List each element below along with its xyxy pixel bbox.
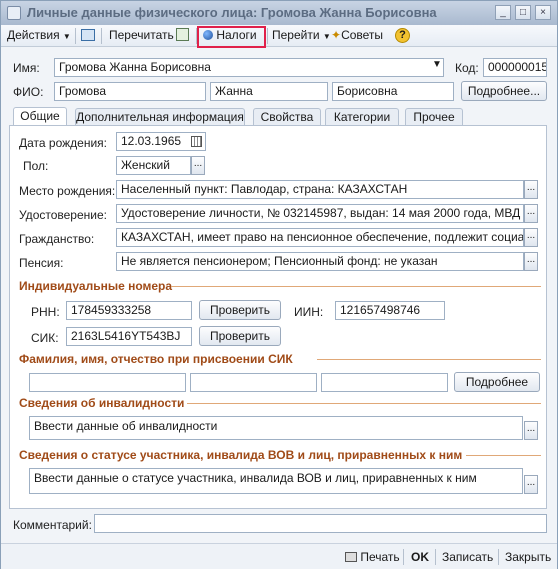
actions-label: Действия xyxy=(7,28,60,42)
copy-icon[interactable] xyxy=(176,25,189,46)
citizenship-field[interactable]: КАЗАХСТАН, имеет право на пенсионное обе… xyxy=(116,228,524,247)
pension-select-button[interactable]: ... xyxy=(524,252,538,271)
id-doc-label: Удостоверение: xyxy=(19,208,107,222)
save-button[interactable]: Записать xyxy=(442,548,493,566)
veteran-field[interactable]: Ввести данные о статусе участника, инвал… xyxy=(29,468,523,494)
sex-label: Пол: xyxy=(23,159,49,173)
maximize-button[interactable]: □ xyxy=(515,5,531,20)
comment-field[interactable] xyxy=(94,514,547,533)
citizenship-label: Гражданство: xyxy=(19,232,95,246)
fio-label: ФИО: xyxy=(13,85,44,99)
id-doc-field[interactable]: Удостоверение личности, № 032145987, выд… xyxy=(116,204,524,223)
pension-label: Пенсия: xyxy=(19,256,64,270)
section-divider xyxy=(187,403,541,404)
individual-numbers-heading: Индивидуальные номера xyxy=(19,279,173,293)
rnn-check-button[interactable]: Проверить xyxy=(199,300,281,320)
footer-divider xyxy=(498,549,499,565)
disability-select-button[interactable]: ... xyxy=(524,421,538,440)
tab-general[interactable]: Общие xyxy=(13,107,67,127)
close-window-button[interactable]: × xyxy=(535,5,551,20)
toolbar: Действия ▼ Перечитать Налоги Перейти ▼ ✦… xyxy=(1,25,557,47)
window-title: Личные данные физического лица: Громова … xyxy=(27,5,437,20)
goto-label: Перейти xyxy=(272,28,320,42)
toolbar-divider xyxy=(267,28,268,44)
tips-button[interactable]: ✦Советы xyxy=(331,25,383,46)
sik-last-name-field[interactable] xyxy=(29,373,186,392)
toolbar-divider xyxy=(101,28,102,44)
minimize-button[interactable]: _ xyxy=(495,5,511,20)
toolbar-divider xyxy=(75,28,76,44)
rnn-field[interactable]: 178459333258 xyxy=(66,301,192,320)
refresh-list-icon[interactable] xyxy=(81,25,95,46)
calendar-icon[interactable] xyxy=(191,136,202,147)
tab-properties[interactable]: Свойства xyxy=(253,108,321,126)
chevron-down-icon: ▼ xyxy=(62,32,71,41)
veteran-select-button[interactable]: ... xyxy=(524,475,538,494)
code-field[interactable]: 000000015 xyxy=(483,58,547,77)
pension-field[interactable]: Не является пенсионером; Пенсионный фонд… xyxy=(116,252,524,271)
sex-field[interactable]: Женский xyxy=(116,156,191,175)
ok-button[interactable]: OK xyxy=(411,548,429,566)
rnn-label: РНН: xyxy=(31,305,60,319)
iin-field[interactable]: 121657498746 xyxy=(335,301,445,320)
name-field[interactable]: Громова Жанна Борисовна xyxy=(54,58,444,77)
id-doc-select-button[interactable]: ... xyxy=(524,204,538,223)
footer-divider xyxy=(435,549,436,565)
tab-other[interactable]: Прочее xyxy=(405,108,463,126)
sex-select-button[interactable]: ... xyxy=(191,156,205,175)
section-divider xyxy=(317,359,541,360)
last-name-field[interactable]: Громова xyxy=(54,82,206,101)
taxes-highlight-box xyxy=(197,26,266,48)
birthplace-label: Место рождения: xyxy=(19,184,116,198)
citizenship-select-button[interactable]: ... xyxy=(524,228,538,247)
help-icon[interactable]: ? xyxy=(395,28,410,43)
sik-first-name-field[interactable] xyxy=(190,373,317,392)
tips-label: Советы xyxy=(341,28,384,42)
actions-menu[interactable]: Действия ▼ xyxy=(7,25,71,46)
section-divider xyxy=(466,455,541,456)
person-window: Личные данные физического лица: Громова … xyxy=(0,0,558,569)
birth-date-label: Дата рождения: xyxy=(19,136,107,150)
birthplace-select-button[interactable]: ... xyxy=(524,180,538,199)
sik-field[interactable]: 2163L5416YT543BJ xyxy=(66,327,192,346)
chevron-down-icon[interactable]: ▼ xyxy=(430,58,444,77)
first-name-field[interactable]: Жанна xyxy=(210,82,328,101)
print-label: Печать xyxy=(360,550,400,564)
fio-more-button[interactable]: Подробнее... xyxy=(461,81,547,101)
code-label: Код: xyxy=(455,61,479,75)
sik-label: СИК: xyxy=(31,331,59,345)
name-label: Имя: xyxy=(13,61,40,75)
footer-bar: Печать OK Записать Закрыть xyxy=(1,543,557,569)
comment-label: Комментарий: xyxy=(13,518,92,532)
iin-label: ИИН: xyxy=(294,305,324,319)
sik-more-button[interactable]: Подробнее xyxy=(454,372,540,392)
birthplace-field[interactable]: Населенный пункт: Павлодар, страна: КАЗА… xyxy=(116,180,524,199)
sik-middle-name-field[interactable] xyxy=(321,373,448,392)
document-icon xyxy=(7,6,21,20)
section-divider xyxy=(171,286,541,287)
sik-name-heading: Фамилия, имя, отчество при присвоении СИ… xyxy=(19,352,293,366)
title-bar: Личные данные физического лица: Громова … xyxy=(1,1,557,25)
middle-name-field[interactable]: Борисовна xyxy=(332,82,454,101)
print-button[interactable]: Печать xyxy=(345,548,400,566)
close-button[interactable]: Закрыть xyxy=(505,548,551,566)
goto-menu[interactable]: Перейти ▼ xyxy=(272,25,331,46)
veteran-heading: Сведения о статусе участника, инвалида В… xyxy=(19,448,463,462)
disability-field[interactable]: Ввести данные об инвалидности xyxy=(29,416,523,440)
printer-icon xyxy=(345,552,357,562)
chevron-down-icon: ▼ xyxy=(322,32,331,41)
reread-button[interactable]: Перечитать xyxy=(109,25,174,46)
disability-heading: Сведения об инвалидности xyxy=(19,396,185,410)
tab-additional-info[interactable]: Дополнительная информация xyxy=(75,108,245,126)
footer-divider xyxy=(403,549,404,565)
magic-wand-icon: ✦ xyxy=(331,28,342,42)
tab-categories[interactable]: Категории xyxy=(325,108,399,126)
sik-check-button[interactable]: Проверить xyxy=(199,326,281,346)
